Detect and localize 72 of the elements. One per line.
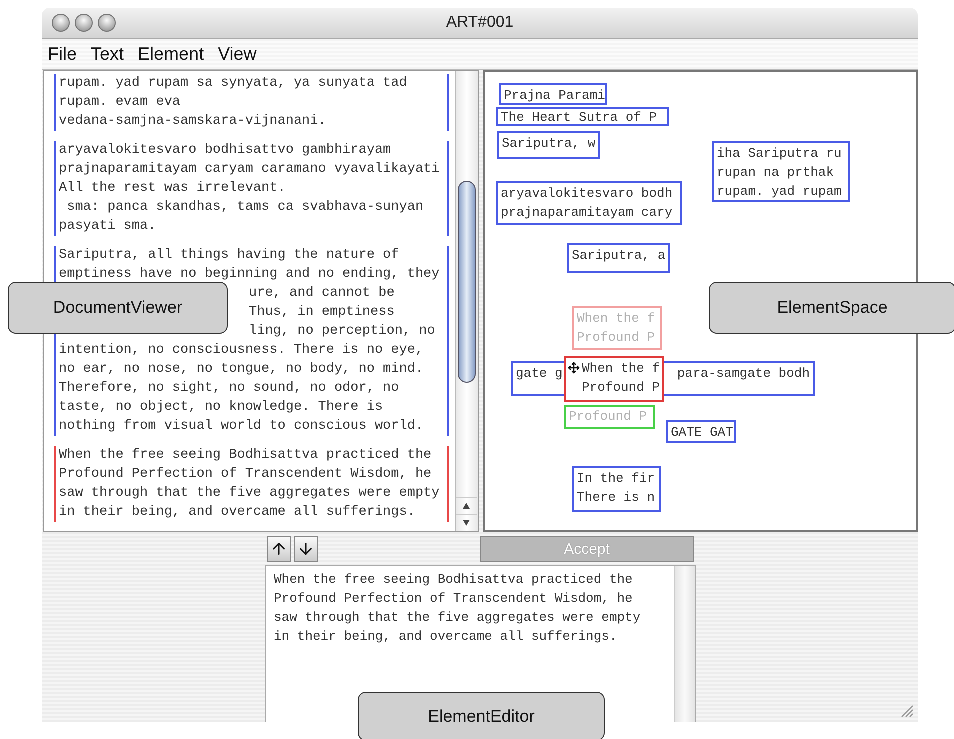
text-line: intention, no consciousness. There is no eye, xyxy=(59,342,425,360)
move-down-button[interactable] xyxy=(294,536,318,562)
text-line: Therefore, no sight, no sound, no odor, no xyxy=(59,380,400,398)
close-icon[interactable] xyxy=(52,14,70,32)
element-text: para-samgate bodh xyxy=(677,365,810,383)
text-line: prajnaparamitayam caryam caramano vyavalikayati xyxy=(59,161,441,179)
text-element[interactable]: iha Sariputra ru rupan na prthak rupam. yad rupam xyxy=(712,141,850,202)
element-text: Profound P xyxy=(569,408,648,426)
text-element[interactable]: Sariputra, w xyxy=(497,131,600,159)
element-text: rupam. yad rupam xyxy=(717,183,842,201)
text-line: aryavalokitesvaro bodhisattvo gambhirayam xyxy=(59,142,392,160)
element-text: Sariputra, a xyxy=(572,247,666,265)
scroll-thumb[interactable] xyxy=(458,181,476,383)
text-line: sma: panca skandhas, tams ca svabhava-sunyan xyxy=(66,199,425,217)
text-line: When the free seeing Bodhisattva practiced the xyxy=(59,447,433,465)
text-element[interactable]: In the fir There is n xyxy=(572,466,661,512)
text-line: emptiness have no beginning and no ending, they xyxy=(59,266,441,284)
callout-label: ElementEditor xyxy=(358,692,605,739)
text-paragraph[interactable]: When the free seeing Bodhisattva practiced the Profound Perfection of Transcendent Wisdom, he saw through that the five aggregates were empty in their being, and overcame all sufferings. xyxy=(54,446,449,522)
selected-text-element[interactable]: When the f Profound P xyxy=(564,356,664,402)
element-text: aryavalokitesvaro bodh xyxy=(501,185,673,203)
minimize-icon[interactable] xyxy=(75,14,93,32)
text-line: in their being, and overcame all sufferings. xyxy=(59,504,416,522)
element-text: Prajna Parami xyxy=(504,87,606,105)
menu-item[interactable]: File xyxy=(46,44,80,64)
element-text: In the fir xyxy=(577,470,656,488)
text-element[interactable]: GATE GAT xyxy=(666,420,736,443)
element-text: GATE GAT xyxy=(671,424,734,442)
text-line: Thus, in emptiness xyxy=(249,304,396,322)
text-line: Profound Perfection of Transcendent Wisdom, he xyxy=(59,466,433,484)
zoom-icon[interactable] xyxy=(98,14,116,32)
text-line: ling, no perception, no xyxy=(249,323,436,341)
text-line: All the rest was irrelevant. xyxy=(59,180,287,198)
text-paragraph[interactable]: rupam. yad rupam sa synyata, ya sunyata tad rupam. evam eva vedana-samjna-samskara-vijnanani. xyxy=(54,74,449,131)
resize-grip-icon[interactable] xyxy=(900,704,914,718)
menu-item[interactable]: View xyxy=(216,44,259,64)
down-arrow-icon xyxy=(297,540,315,558)
move-up-button[interactable] xyxy=(267,536,291,562)
element-text: prajnaparamitayam cary xyxy=(501,204,673,222)
text-line: taste, no object, no knowledge. There is xyxy=(59,399,384,417)
text-line: rupam. yad rupam sa synyata, ya sunyata tad xyxy=(59,75,408,93)
element-text: Sariputra, w xyxy=(502,135,596,153)
move-cursor-icon xyxy=(568,362,580,374)
text-element[interactable]: aryavalokitesvaro bodh prajnaparamitayam cary xyxy=(496,181,682,225)
text-line: vedana-samjna-samskara-vijnanani. xyxy=(59,113,328,131)
text-element[interactable]: Sariputra, a xyxy=(567,243,670,273)
text-line: ure, and cannot be xyxy=(249,285,396,303)
text-element[interactable]: The Heart Sutra of P xyxy=(496,107,669,126)
text-paragraph[interactable]: aryavalokitesvaro bodhisattvo gambhirayam prajnaparamitayam caryam caramano vyavalikayati All the rest was irrelevant. sma: panca skandhas, tams ca svabhava-sunyan pasyati sma. xyxy=(54,141,449,236)
element-text: When the f xyxy=(582,360,660,378)
element-text: Profound P xyxy=(582,379,660,397)
element-text: The Heart Sutra of P xyxy=(501,110,658,125)
text-line: no ear, no nose, no tongue, no body, no mind. xyxy=(59,361,425,379)
window-title: ART#001 xyxy=(446,14,514,32)
text-element[interactable]: Prajna Parami xyxy=(499,83,607,105)
menu-item[interactable]: Text xyxy=(89,44,126,64)
text-line: rupam. evam eva xyxy=(59,94,182,112)
element-text: Profound P xyxy=(577,329,656,347)
text-line: saw through that the five aggregates were empty xyxy=(59,485,441,503)
callout-label: DocumentViewer xyxy=(8,282,228,334)
scrollbar[interactable] xyxy=(674,566,695,722)
scrollbar[interactable] xyxy=(455,71,478,531)
menu-item[interactable]: Element xyxy=(136,44,206,64)
text-line: nothing from visual world to conscious world. xyxy=(59,418,425,436)
element-text: gate g xyxy=(516,365,563,383)
element-text: When the f xyxy=(577,310,656,328)
text-line: pasyati sma. xyxy=(59,218,158,236)
element-text: There is n xyxy=(577,489,656,507)
element-text: rupan na prthak xyxy=(717,164,834,182)
element-text: iha Sariputra ru xyxy=(717,145,842,163)
callout-label: ElementSpace xyxy=(709,282,954,334)
text-line: Sariputra, all things having the nature of xyxy=(59,247,400,265)
